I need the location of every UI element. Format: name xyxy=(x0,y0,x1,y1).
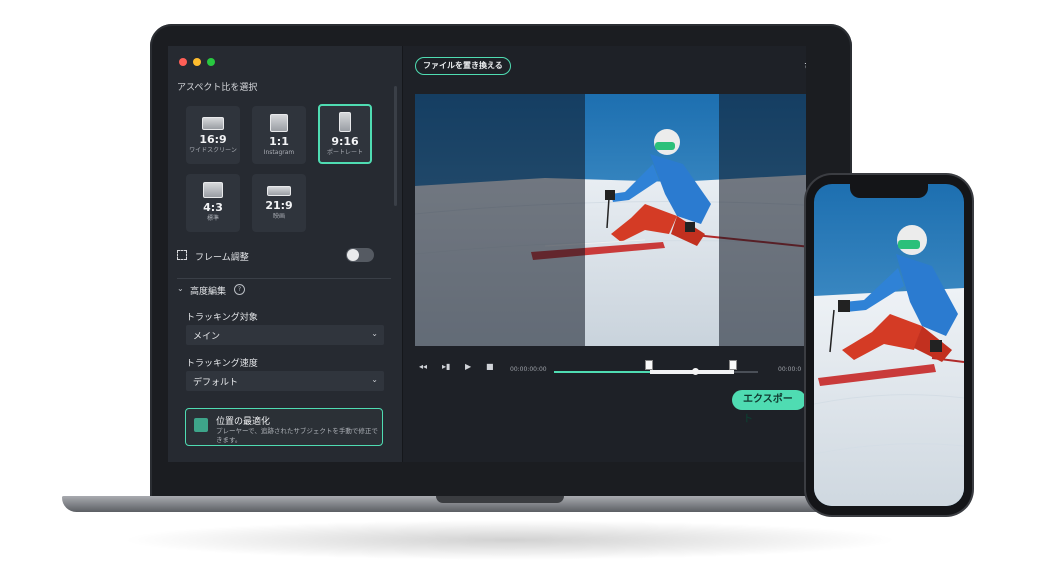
phone-skier-scene xyxy=(814,184,964,506)
ratio-value: 21:9 xyxy=(265,199,293,212)
close-window-button[interactable] xyxy=(179,58,187,66)
range-end-handle[interactable] xyxy=(729,360,737,370)
ratio-sub-label: 映画 xyxy=(272,213,285,220)
playhead[interactable] xyxy=(692,368,699,375)
panel-scrollbar[interactable] xyxy=(394,86,397,206)
ratio-option-16-9[interactable]: 16:9 ワイドスクリーン xyxy=(186,106,240,164)
ratio-option-21-9[interactable]: 21:9 映画 xyxy=(252,174,306,232)
tracking-target-label: トラッキング対象 xyxy=(186,313,258,323)
ratio-option-9-16[interactable]: 9:16 ポートレート xyxy=(318,104,372,164)
minimize-window-button[interactable] xyxy=(193,58,201,66)
ratio-value: 16:9 xyxy=(199,133,227,146)
tracking-speed-label: トラッキング速度 xyxy=(186,359,258,369)
chevron-down-icon: ⌄ xyxy=(371,329,378,338)
timeline-progress xyxy=(554,371,650,373)
ratio-sub-label: Instagram xyxy=(263,149,295,156)
phone-screen xyxy=(814,184,964,506)
chevron-down-icon: ⌄ xyxy=(371,375,378,384)
replace-file-button[interactable]: ファイルを置き換える xyxy=(415,57,511,75)
advanced-edit-label[interactable]: 高度編集 xyxy=(190,284,226,297)
ratio-value: 9:16 xyxy=(331,135,359,148)
aspect-section-title: アスペクト比を選択 xyxy=(177,83,258,93)
tracking-target-select[interactable]: メイン ⌄ xyxy=(186,325,384,345)
toggle-knob xyxy=(347,249,359,261)
frame-back-icon[interactable]: ▸▮ xyxy=(442,362,450,371)
app-window: アスペクト比を選択 16:9 ワイドスクリーン 1:1 Instagram 9:… xyxy=(168,46,806,462)
ratio-sub-label: ポートレート xyxy=(326,149,363,156)
video-preview[interactable] xyxy=(415,94,806,346)
laptop-notch xyxy=(436,496,564,503)
range-start-handle[interactable] xyxy=(645,360,653,370)
end-time: 00:00:0 xyxy=(778,366,802,373)
ratio-sub-label: 標準 xyxy=(206,215,219,222)
help-icon[interactable]: ? xyxy=(234,284,245,295)
ratio-value: 4:3 xyxy=(203,201,223,214)
optimize-icon xyxy=(194,418,208,432)
export-button[interactable]: エクスポート xyxy=(732,390,806,425)
square-icon xyxy=(270,114,288,132)
phone-notch xyxy=(850,184,928,198)
standard-icon xyxy=(203,182,223,198)
optimize-description: プレーヤーで、追跡されたサブジェクトを手動で修正できます。 xyxy=(216,427,378,444)
zoom-window-button[interactable] xyxy=(207,58,215,66)
position-optimize-card[interactable]: 位置の最適化 プレーヤーで、追跡されたサブジェクトを手動で修正できます。 xyxy=(185,408,383,446)
current-time: 00:00:00:00 xyxy=(510,366,547,373)
frame-adjust-label: フレーム調整 xyxy=(195,253,249,263)
crop-mask-left xyxy=(415,94,585,346)
section-divider xyxy=(177,278,391,279)
frame-adjust-icon xyxy=(177,250,187,260)
step-back-icon[interactable]: ◂◂ xyxy=(419,362,427,371)
ratio-value: 1:1 xyxy=(269,135,289,148)
tracking-speed-select[interactable]: デフォルト ⌄ xyxy=(186,371,384,391)
portrait-icon xyxy=(339,112,351,132)
optimize-title: 位置の最適化 xyxy=(216,417,271,427)
chevron-down-icon[interactable]: ⌄ xyxy=(177,284,184,293)
ratio-option-4-3[interactable]: 4:3 標準 xyxy=(186,174,240,232)
play-icon[interactable]: ▶ xyxy=(465,362,471,371)
ratio-sub-label: ワイドスクリーン xyxy=(189,147,237,154)
device-shadow xyxy=(120,520,900,560)
settings-panel: アスペクト比を選択 16:9 ワイドスクリーン 1:1 Instagram 9:… xyxy=(168,46,403,462)
widescreen-icon xyxy=(202,117,224,130)
crop-mask-right xyxy=(719,94,806,346)
frame-adjust-toggle[interactable] xyxy=(346,248,374,262)
cinema-icon xyxy=(267,186,291,196)
reset-icon[interactable]: ↻ xyxy=(804,60,806,74)
select-value: メイン xyxy=(193,332,221,342)
ratio-option-1-1[interactable]: 1:1 Instagram xyxy=(252,106,306,164)
stop-icon[interactable]: ■ xyxy=(486,362,494,371)
select-value: デフォルト xyxy=(193,378,239,388)
phone-device xyxy=(806,175,972,515)
